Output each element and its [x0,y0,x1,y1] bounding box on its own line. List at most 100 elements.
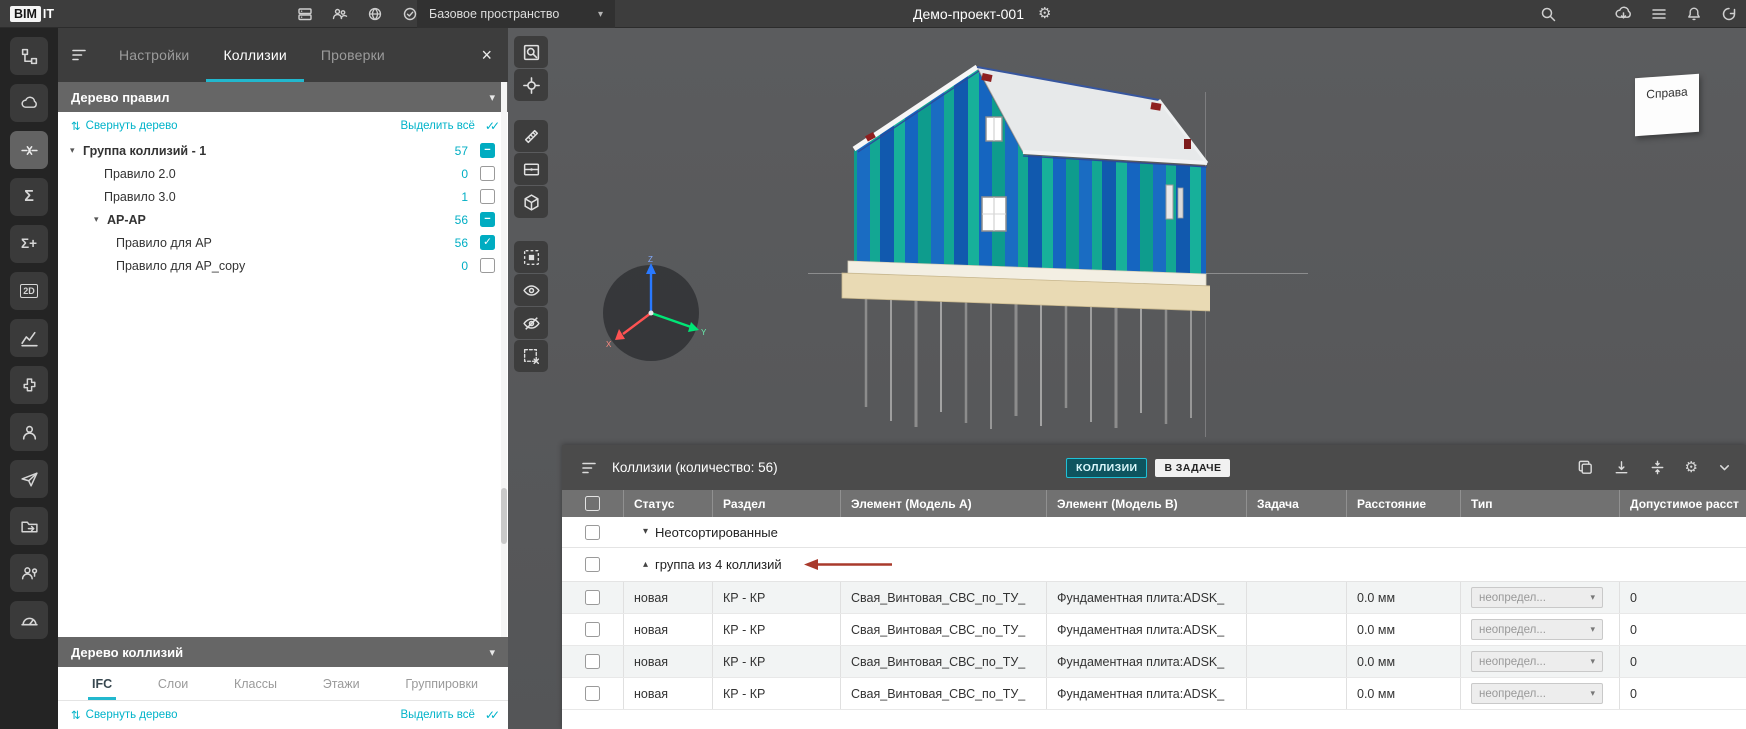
row-checkbox[interactable] [585,525,600,540]
totals-button[interactable]: Σ [10,178,48,216]
column-status[interactable]: Статус [623,490,712,517]
drawings-2d-button[interactable]: 2D [10,272,48,310]
deselect-button[interactable] [514,340,548,372]
collision-row[interactable]: новая КР - КР Свая_Винтовая_СВС_по_ТУ_ Ф… [562,614,1746,646]
row-checkbox[interactable] [585,590,600,605]
section-plane-button[interactable] [514,153,548,185]
column-section[interactable]: Раздел [712,490,840,517]
list-button[interactable] [1650,5,1668,23]
structure-tree-button[interactable] [10,37,48,75]
zoom-window-button[interactable] [514,36,548,68]
navigation-gizmo[interactable]: Z Y X [591,253,711,373]
cloud-models-button[interactable] [10,84,48,122]
tree-item[interactable]: ▾ Группа коллизий - 1 57 − [58,139,508,162]
panel-menu-button[interactable] [58,28,102,82]
profile-button[interactable] [10,413,48,451]
copy-button[interactable] [1577,459,1594,476]
tree-caret-icon[interactable]: ▾ [70,146,83,155]
measure-button[interactable] [514,120,548,152]
tree-item[interactable]: Правило 2.0 0 [58,162,508,185]
collision-row[interactable]: новая КР - КР Свая_Винтовая_СВС_по_ТУ_ Ф… [562,678,1746,710]
search-button[interactable] [1539,5,1557,23]
type-dropdown[interactable]: неопредел...▾ [1471,651,1603,672]
panel-menu-button[interactable] [576,459,604,477]
collisions-tree-header[interactable]: Дерево коллизий ▾ [58,637,508,667]
row-checkbox[interactable] [585,557,600,572]
archive-button[interactable] [296,5,314,23]
import-button[interactable] [1613,459,1630,476]
row-checkbox[interactable] [585,622,600,637]
column-element-a[interactable]: Элемент (Модель А) [840,490,1046,517]
tree-item-checkbox[interactable]: ✓ [480,235,495,250]
hide-button[interactable] [514,307,548,339]
tree-item-checkbox[interactable] [480,189,495,204]
panel-scrollbar[interactable] [501,82,507,637]
show-button[interactable] [514,274,548,306]
tab-layers[interactable]: Слои [154,667,192,700]
collision-row[interactable]: новая КР - КР Свая_Винтовая_СВС_по_ТУ_ Ф… [562,646,1746,678]
select-all-link[interactable]: Выделить всё ✓✓ [401,119,495,133]
view-orientation-card[interactable]: Справа [1635,74,1699,136]
column-allowed[interactable]: Допустимое расст [1619,490,1746,517]
group-row-unsorted[interactable]: ▾ Неотсортированные [562,517,1746,548]
globe-button[interactable] [366,5,384,23]
tree-item[interactable]: Правило 3.0 1 [58,185,508,208]
project-settings-button[interactable]: ⚙ [1038,6,1051,21]
type-dropdown[interactable]: неопредел...▾ [1471,683,1603,704]
group-row-4-collisions[interactable]: ▴ группа из 4 коллизий [562,548,1746,582]
tree-item-checkbox[interactable]: − [480,143,495,158]
bimit-logo[interactable]: BIM IT [10,6,54,22]
clash-detection-button[interactable] [10,131,48,169]
tab-ifc[interactable]: IFC [88,667,116,700]
zoom-focus-button[interactable] [514,69,548,101]
tree-item-checkbox[interactable] [480,166,495,181]
rules-tree-header[interactable]: Дерево правил ▾ [58,82,508,112]
shared-folder-button[interactable] [10,507,48,545]
notifications-button[interactable] [1685,5,1703,23]
tab-storeys[interactable]: Этажи [319,667,364,700]
cloud-download-button[interactable] [1614,4,1633,23]
tab-checks[interactable]: Проверки [304,28,402,82]
toggle-in-task[interactable]: В ЗАДАЧЕ [1155,459,1230,477]
collapse-tree-link[interactable]: ⇅ Свернуть дерево [71,708,178,722]
scrollbar-thumb[interactable] [501,488,507,544]
fit-rows-button[interactable] [1649,459,1666,476]
type-dropdown[interactable]: неопредел...▾ [1471,587,1603,608]
analytics-button[interactable] [10,319,48,357]
sync-button[interactable] [1720,5,1738,23]
toggle-collisions[interactable]: КОЛЛИЗИИ [1066,458,1147,478]
issues-button[interactable] [10,460,48,498]
isolate-button[interactable] [514,241,548,273]
column-task[interactable]: Задача [1246,490,1346,517]
row-checkbox[interactable] [585,686,600,701]
tab-collisions[interactable]: Коллизии [206,28,303,82]
dashboard-button[interactable] [10,601,48,639]
collision-row[interactable]: новая КР - КР Свая_Винтовая_СВС_по_ТУ_ Ф… [562,582,1746,614]
collapse-tree-link[interactable]: ⇅ Свернуть дерево [71,119,178,133]
tree-item-checkbox[interactable]: − [480,212,495,227]
column-element-b[interactable]: Элемент (Модель B) [1046,490,1246,517]
tree-item[interactable]: Правило для АР 56 ✓ [58,231,508,254]
select-all-checkbox[interactable] [585,496,600,511]
tab-classes[interactable]: Классы [230,667,281,700]
tab-settings[interactable]: Настройки [102,28,206,82]
close-panel-button[interactable]: × [481,46,492,64]
users-button[interactable] [331,5,349,23]
plugins-button[interactable] [10,366,48,404]
tab-groupings[interactable]: Группировки [401,667,482,700]
tree-item-checkbox[interactable] [480,258,495,273]
view-cube-button[interactable] [514,186,548,218]
type-dropdown[interactable]: неопредел...▾ [1471,619,1603,640]
select-all-link[interactable]: Выделить всё ✓✓ [401,708,495,722]
tree-item[interactable]: ▾ АР-АР 56 − [58,208,508,231]
group-expand-icon[interactable]: ▴ [643,560,648,570]
tree-caret-icon[interactable]: ▾ [94,215,107,224]
totals-add-button[interactable]: Σ+ [10,225,48,263]
column-type[interactable]: Тип [1460,490,1619,517]
collapse-panel-button[interactable] [1717,460,1732,475]
table-settings-button[interactable]: ⚙ [1685,460,1698,475]
column-distance[interactable]: Расстояние [1346,490,1460,517]
contacts-button[interactable] [10,554,48,592]
workspace-selector[interactable]: Базовое пространство ▾ [417,0,615,28]
tree-item[interactable]: Правило для АР_copy 0 [58,254,508,277]
